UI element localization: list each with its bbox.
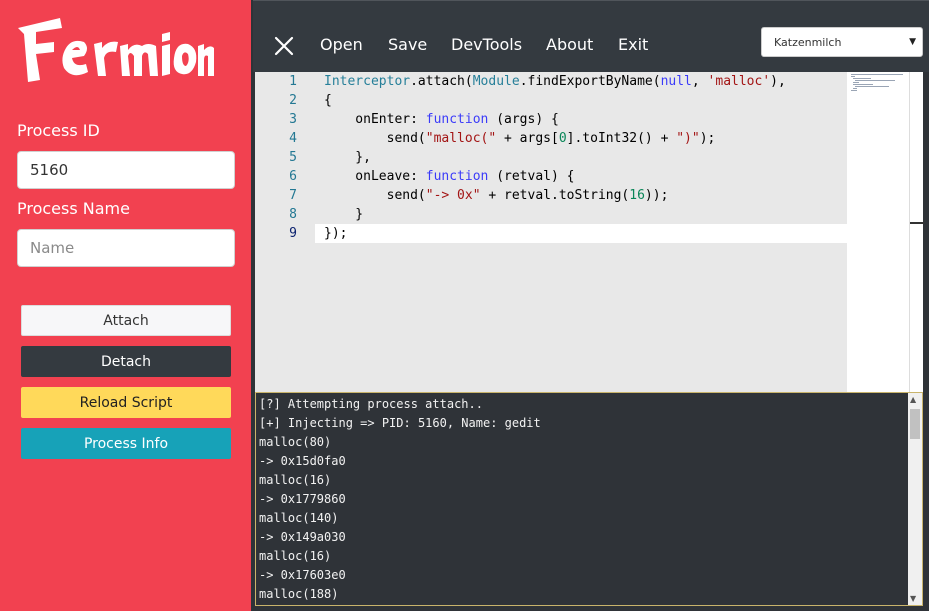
- editor-minimap[interactable]: [847, 72, 909, 392]
- theme-select[interactable]: Katzenmilch ▼: [761, 27, 923, 57]
- reload-script-button[interactable]: Reload Script: [21, 387, 231, 418]
- code-line: });: [324, 226, 348, 241]
- console-line: malloc(16): [259, 549, 332, 563]
- current-line-highlight: [315, 224, 847, 243]
- code-line: onLeave: function (retval) {: [324, 169, 575, 184]
- code-line: send("malloc(" + args[0].toInt32() + ")"…: [324, 131, 716, 146]
- menu-save[interactable]: Save: [388, 35, 427, 54]
- console-line: malloc(16): [259, 473, 332, 487]
- output-console[interactable]: [?] Attempting process attach.. [+] Inje…: [255, 392, 923, 606]
- code-line: {: [324, 93, 332, 108]
- line-number: 2: [289, 93, 297, 108]
- console-line: [?] Attempting process attach..: [259, 397, 483, 411]
- line-number: 4: [289, 131, 297, 146]
- line-number-gutter: 1 2 3 4 5 6 7 8 9: [255, 72, 315, 392]
- menu-exit[interactable]: Exit: [618, 35, 648, 54]
- console-line: malloc(188): [259, 587, 339, 601]
- line-number: 7: [289, 188, 297, 203]
- console-line: malloc(80): [259, 435, 332, 449]
- console-line: malloc(140): [259, 511, 339, 525]
- line-number: 3: [289, 112, 297, 127]
- sidebar: Process ID Process Name Attach Detach Re…: [0, 0, 253, 611]
- top-menu-bar: Open Save DevTools About Exit Katzenmilc…: [253, 0, 929, 72]
- line-number: 8: [289, 207, 297, 222]
- process-id-input[interactable]: [17, 151, 235, 189]
- process-name-input[interactable]: [17, 229, 235, 267]
- code-line: send("-> 0x" + retval.toString(16));: [324, 188, 669, 203]
- process-info-button[interactable]: Process Info: [21, 428, 231, 459]
- code-editor[interactable]: 1 2 3 4 5 6 7 8 9 Interceptor.attach(Mod…: [255, 72, 924, 392]
- console-scrollbar[interactable]: ▲ ▼: [908, 393, 922, 605]
- line-number: 1: [289, 74, 297, 89]
- close-icon[interactable]: [273, 35, 295, 57]
- code-line: Interceptor.attach(Module.findExportByNa…: [324, 74, 786, 89]
- console-line: -> 0x15d0fa0: [259, 454, 346, 468]
- line-number: 5: [289, 150, 297, 165]
- line-number: 6: [289, 169, 297, 184]
- code-area[interactable]: Interceptor.attach(Module.findExportByNa…: [315, 72, 847, 392]
- editor-scroll-marker: [910, 222, 924, 224]
- code-line: }: [324, 207, 364, 222]
- console-scroll-thumb[interactable]: [910, 409, 920, 439]
- menu-about[interactable]: About: [546, 35, 593, 54]
- detach-button[interactable]: Detach: [21, 346, 231, 377]
- menu-devtools[interactable]: DevTools: [451, 35, 522, 54]
- code-line: },: [324, 150, 371, 165]
- console-line: -> 0x1779860: [259, 492, 346, 506]
- code-line: onEnter: function (args) {: [324, 112, 559, 127]
- fermion-logo: [18, 18, 214, 82]
- editor-scrollbar[interactable]: [909, 72, 924, 392]
- console-line: [+] Injecting => PID: 5160, Name: gedit: [259, 416, 541, 430]
- scroll-down-icon[interactable]: ▼: [910, 594, 916, 603]
- console-line: -> 0x149a030: [259, 530, 346, 544]
- theme-select-value: Katzenmilch: [774, 35, 842, 49]
- line-number: 9: [289, 226, 297, 241]
- console-line: -> 0x17603e0: [259, 568, 346, 582]
- menu-open[interactable]: Open: [320, 35, 363, 54]
- process-id-label: Process ID: [17, 121, 100, 140]
- attach-button[interactable]: Attach: [21, 305, 231, 336]
- scroll-up-icon[interactable]: ▲: [910, 395, 916, 404]
- chevron-down-icon: ▼: [909, 37, 916, 47]
- process-name-label: Process Name: [17, 199, 130, 218]
